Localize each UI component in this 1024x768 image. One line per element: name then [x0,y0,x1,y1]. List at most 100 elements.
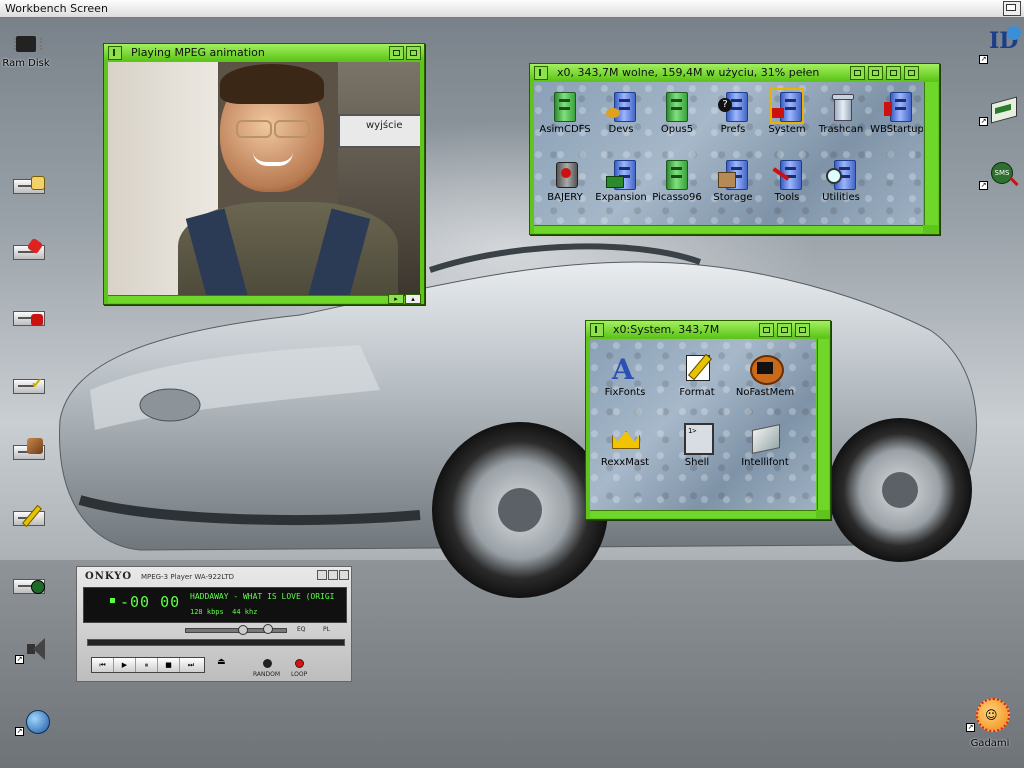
zoom-gadget[interactable] [777,323,792,337]
shade-button[interactable] [328,570,338,580]
desktop-icon-speaker[interactable]: ↗ [8,636,60,664]
vertical-scrollbar[interactable] [924,82,938,225]
icon-label: Utilities [822,192,860,203]
mp3-player[interactable]: ONKYO MPEG-3 Player WA-922LTD -00 00 HAD… [76,566,352,682]
link-arrow-icon: ↗ [979,117,988,126]
drawer-icon-wbstartup[interactable]: WBStartup [866,90,923,135]
tool-icon-format[interactable]: Format [666,353,728,398]
drawer-icon-prefs[interactable]: ? Prefs [702,90,764,135]
x0-drawer-window[interactable]: x0, 343,7M wolne, 159,4M w użyciu, 31% p… [529,63,940,235]
horizontal-scrollbar[interactable] [590,510,816,518]
icon-label: NoFastMem [735,387,795,398]
playlist-button[interactable]: PL [323,626,330,633]
icon-label: Expansion [595,192,647,203]
bitrate-value: 128 kbps [190,608,224,616]
mpeg-animation-window[interactable]: Playing MPEG animation wyjście ▸ ▴ [103,43,425,305]
eject-icon[interactable]: ⏏ [217,657,226,667]
desktop-icon-drive-6[interactable] [2,504,54,530]
horizontal-scrollbar[interactable] [108,295,388,303]
horizontal-scrollbar[interactable] [534,225,923,233]
zoom-gadget[interactable] [886,66,901,80]
tool-icon-rexxmast[interactable]: RexxMast [594,423,656,468]
desktop-icon-drive-3[interactable] [2,304,54,330]
pause-button[interactable]: ⏸ [136,658,158,672]
window-title-bar[interactable]: Playing MPEG animation [104,44,424,61]
drawer-icon-trashcan[interactable]: Trashcan [810,90,872,135]
drawer-icon-bajery[interactable]: BAJERY [534,158,596,203]
drawer-blue-icon [718,158,748,190]
desktop-icon-gadami[interactable]: ☺ ↗ Gadami [962,694,1018,749]
close-gadget[interactable] [108,46,122,60]
lock-gadget[interactable] [850,66,865,80]
speaker-icon: ↗ [15,636,51,664]
tool-icon-fixfonts[interactable]: A FixFonts [594,353,656,398]
drawer-red-icon [550,158,580,190]
play-time: -00 00 [120,593,181,611]
scroll-up-arrow[interactable]: ▴ [405,294,421,304]
depth-gadget[interactable] [406,46,421,60]
terminal-icon: ↗ [979,96,1017,126]
desktop-icon-sms[interactable]: SMS ↗ [972,162,1024,190]
desktop-icon-ram-disk[interactable]: Ram Disk [0,32,52,69]
previous-button[interactable]: ⏮ [92,658,114,672]
depth-gadget[interactable] [795,323,810,337]
desktop-icon-id[interactable]: ID ↗ [972,26,1024,64]
desktop-icon-terminal[interactable]: ↗ [972,96,1024,126]
drawer-icon-tools[interactable]: Tools [756,158,818,203]
balance-knob[interactable] [263,624,273,634]
desktop-icon-drive-4[interactable]: ✔ [2,372,54,398]
sms-icon: SMS ↗ [979,162,1019,190]
player-brand: ONKYO [85,571,133,582]
iconify-gadget[interactable] [759,323,774,337]
icon-label: AsimCDFS [539,124,591,135]
player-model: MPEG-3 Player WA-922LTD [141,573,234,581]
desktop-icon-drive-2[interactable] [2,237,54,264]
window-title-bar[interactable]: x0, 343,7M wolne, 159,4M w użyciu, 31% p… [530,64,939,81]
drawer-icon-system[interactable]: System [756,88,818,135]
depth-gadget[interactable] [904,66,919,80]
icon-label: Shell [684,457,710,468]
vertical-scrollbar[interactable] [817,339,829,510]
tool-icon-intellifont[interactable]: Intellifont [734,423,796,468]
close-gadget[interactable] [534,66,548,80]
random-led[interactable] [263,659,272,668]
transport-controls: ⏮ ▶ ⏸ ■ ⏭ [91,657,205,673]
play-button[interactable]: ▶ [114,658,136,672]
window-title-bar[interactable]: x0:System, 343,7M [586,321,830,338]
drawer-icon-picasso96[interactable]: Picasso96 [646,158,708,203]
drawer-icon-storage[interactable]: Storage [702,158,764,203]
eq-button[interactable]: EQ [297,626,306,633]
zoom-gadget[interactable] [389,46,404,60]
drawer-blue-icon [770,88,804,124]
link-arrow-icon: ↗ [979,55,988,64]
drawer-icon-asimcdfs[interactable]: AsimCDFS [534,90,596,135]
minimize-button[interactable] [317,570,327,580]
tool-icon-shell[interactable]: 1> Shell [666,423,728,468]
video-sign-text: wyjście [366,120,403,131]
drawer-icon-opus5[interactable]: Opus5 [646,90,708,135]
drawer-icon-devs[interactable]: Devs [590,90,652,135]
screen-title-bar[interactable]: Workbench Screen [0,0,1024,18]
desktop-icon-label: Gadami [970,738,1010,749]
system-contents: A FixFonts Format NoFastMem RexxMast 1> … [590,339,816,510]
close-gadget[interactable] [590,323,604,337]
scroll-right-arrow[interactable]: ▸ [388,294,404,304]
iconify-gadget[interactable] [868,66,883,80]
next-button[interactable]: ⏭ [180,658,202,672]
close-button[interactable] [339,570,349,580]
desktop-icon-drive-7[interactable] [2,572,54,598]
seek-bar[interactable] [87,639,345,646]
loop-led[interactable] [295,659,304,668]
desktop-icon-drive-5[interactable] [2,438,54,464]
drive-green-icon [11,572,45,598]
window-title: x0:System, 343,7M [613,323,720,336]
globe-icon: ↗ [15,708,51,736]
desktop-icon-drive[interactable] [2,172,54,198]
drawer-icon-utilities[interactable]: Utilities [810,158,872,203]
system-drawer-window[interactable]: x0:System, 343,7M A FixFonts Format NoFa… [585,320,831,520]
stop-button[interactable]: ■ [158,658,180,672]
desktop-icon-globe[interactable]: ↗ [8,708,60,736]
screen-depth-gadget[interactable] [1003,1,1021,16]
drawer-icon-expansion[interactable]: Expansion [590,158,652,203]
tool-icon-nofastmem[interactable]: NoFastMem [734,353,796,398]
